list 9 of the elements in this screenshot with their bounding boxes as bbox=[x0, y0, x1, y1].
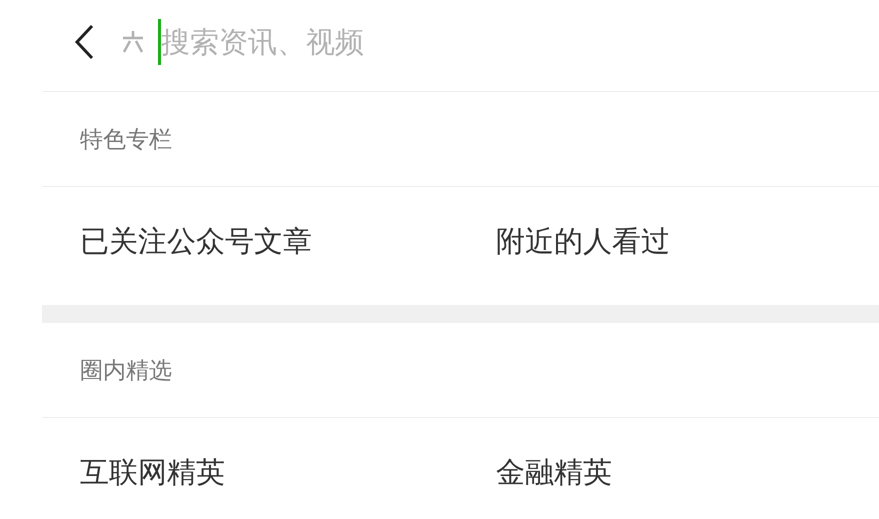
search-field[interactable]: 搜索资讯、视频 bbox=[161, 24, 561, 58]
section-title: 圈内精选 bbox=[80, 356, 172, 386]
category-link[interactable]: 已关注公众号文章 bbox=[80, 222, 496, 262]
text-cursor bbox=[158, 18, 161, 64]
section-title: 特色专栏 bbox=[80, 126, 172, 154]
category-link[interactable]: 互联网精英 bbox=[80, 452, 496, 492]
category-link[interactable]: 附近的人看过 bbox=[496, 222, 670, 262]
sparkle-icon bbox=[120, 28, 146, 54]
category-link[interactable]: 金融精英 bbox=[496, 452, 612, 492]
